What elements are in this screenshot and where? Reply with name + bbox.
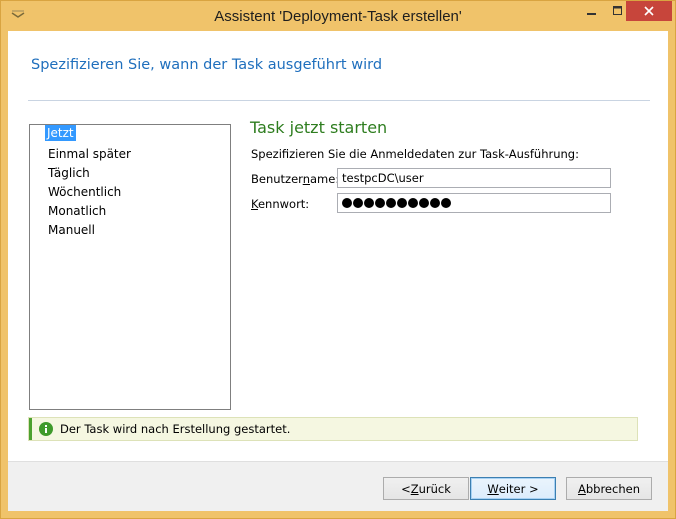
close-icon: [644, 6, 654, 16]
schedule-option-monatlich[interactable]: Monatlich: [46, 203, 108, 219]
password-dot: [430, 198, 440, 208]
password-dot: [419, 198, 429, 208]
close-button[interactable]: [626, 1, 672, 21]
schedule-option-woechentlich[interactable]: Wöchentlich: [46, 184, 123, 200]
maximize-icon: [613, 6, 622, 15]
password-dot: [408, 198, 418, 208]
title-bar[interactable]: Assistent 'Deployment-Task erstellen': [1, 1, 675, 31]
back-button[interactable]: < Zurück: [383, 477, 469, 500]
minimize-icon: [587, 13, 596, 15]
password-dot: [353, 198, 363, 208]
password-dot: [386, 198, 396, 208]
credentials-description: Spezifizieren Sie die Anmeldedaten zur T…: [251, 147, 579, 161]
password-input[interactable]: [337, 193, 611, 213]
password-dot: [364, 198, 374, 208]
window-title: Assistent 'Deployment-Task erstellen': [214, 8, 462, 25]
password-dot: [441, 198, 451, 208]
password-dot: [342, 198, 352, 208]
schedule-option-manuell[interactable]: Manuell: [46, 222, 97, 238]
section-title: Task jetzt starten: [250, 118, 388, 137]
password-dot: [375, 198, 385, 208]
info-text: Der Task wird nach Erstellung gestartet.: [60, 422, 291, 436]
info-message: Der Task wird nach Erstellung gestartet.: [28, 417, 638, 441]
username-label: Benutzername:: [251, 172, 340, 186]
schedule-list[interactable]: Jetzt Einmal später Täglich Wöchentlich …: [29, 124, 231, 410]
schedule-option-einmal-spaeter[interactable]: Einmal später: [46, 146, 133, 162]
minimize-button[interactable]: [579, 1, 605, 21]
header-divider: [28, 100, 650, 101]
cancel-button[interactable]: Abbrechen: [566, 477, 652, 500]
wizard-window: Assistent 'Deployment-Task erstellen' Sp…: [0, 0, 676, 519]
schedule-option-taeglich[interactable]: Täglich: [46, 165, 92, 181]
page-title: Spezifizieren Sie, wann der Task ausgefü…: [31, 57, 383, 73]
wizard-content: Spezifizieren Sie, wann der Task ausgefü…: [8, 31, 668, 511]
info-icon: [39, 422, 53, 436]
next-button[interactable]: Weiter >: [470, 477, 556, 500]
username-input[interactable]: testpcDC\user: [337, 168, 611, 188]
schedule-option-jetzt[interactable]: Jetzt: [45, 125, 76, 141]
info-accent-stripe: [29, 418, 32, 440]
password-label: Kennwort:: [251, 197, 310, 211]
password-dot: [397, 198, 407, 208]
button-bar: < Zurück Weiter > Abbrechen: [8, 461, 668, 511]
password-mask: [342, 198, 451, 208]
